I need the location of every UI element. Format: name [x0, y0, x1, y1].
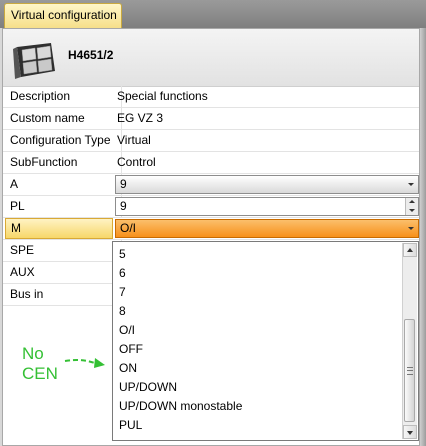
property-row-custom-name[interactable]: Custom name EG VZ 3	[3, 108, 419, 130]
chevron-down-icon[interactable]	[408, 183, 414, 186]
property-row-a: A 9	[3, 174, 419, 196]
grip-icon	[407, 367, 413, 375]
option-item[interactable]: O/I	[113, 321, 399, 340]
scroll-up-icon[interactable]	[403, 243, 417, 257]
decrement-icon[interactable]	[409, 209, 415, 212]
property-row-pl: PL 9	[3, 196, 419, 218]
option-item[interactable]: UP/DOWN monostable	[113, 397, 399, 416]
m-select[interactable]: O/I	[115, 219, 419, 238]
scroll-down-icon[interactable]	[403, 425, 417, 439]
property-label: Custom name	[3, 108, 122, 129]
m-options-dropdown[interactable]: 5 6 7 8 O/I OFF ON UP/DOWN UP/DOWN monos…	[112, 241, 419, 441]
device-code: H4651/2	[68, 48, 114, 62]
option-item[interactable]: 7	[113, 283, 399, 302]
property-label: A	[3, 174, 122, 195]
pl-stepper-value: 9	[120, 199, 127, 213]
chevron-down-icon[interactable]	[408, 227, 414, 230]
stepper-buttons	[405, 198, 418, 215]
property-label: PL	[3, 196, 122, 217]
option-item[interactable]: 5	[113, 245, 399, 264]
property-row-description: Description Special functions	[3, 86, 419, 108]
property-label: Bus in	[3, 284, 122, 305]
panel-edge	[420, 28, 426, 446]
property-row-subfunction: SubFunction Control	[3, 152, 419, 174]
property-value: Control	[117, 155, 156, 169]
annotation-line: No	[22, 344, 44, 363]
annotation-note: No CEN	[22, 344, 58, 384]
option-item[interactable]: OFF	[113, 340, 399, 359]
option-item[interactable]: 8	[113, 302, 399, 321]
option-item[interactable]: ON	[113, 359, 399, 378]
keypad-module-icon	[13, 43, 55, 79]
property-label: Description	[3, 86, 122, 107]
property-label: SubFunction	[3, 152, 122, 173]
option-item[interactable]: UP/DOWN	[113, 378, 399, 397]
property-value: Virtual	[117, 133, 151, 147]
options-list: 5 6 7 8 O/I OFF ON UP/DOWN UP/DOWN monos…	[113, 245, 399, 435]
property-label: Configuration Type	[3, 130, 122, 151]
property-value: Special functions	[117, 89, 208, 103]
property-row-configuration-type: Configuration Type Virtual	[3, 130, 419, 152]
property-row-m: M O/I	[3, 218, 419, 240]
device-header: H4651/2	[3, 29, 419, 87]
dropdown-scrollbar[interactable]	[402, 243, 417, 439]
custom-name-value[interactable]: EG VZ 3	[117, 108, 163, 129]
annotation-arrow-icon	[64, 358, 105, 368]
increment-icon[interactable]	[409, 200, 415, 203]
scrollbar-thumb[interactable]	[404, 319, 415, 422]
a-select-value: 9	[120, 177, 127, 191]
property-label-selected: M	[5, 218, 113, 239]
option-item[interactable]: PUL	[113, 416, 399, 435]
annotation-line: CEN	[22, 364, 58, 383]
property-label: SPE	[3, 240, 122, 261]
a-select[interactable]: 9	[115, 175, 419, 194]
tab-virtual-configuration[interactable]: Virtual configuration	[4, 3, 122, 28]
tab-bar: Virtual configuration	[0, 0, 426, 28]
pl-stepper[interactable]: 9	[115, 197, 419, 216]
option-item[interactable]: 6	[113, 264, 399, 283]
property-label: AUX	[3, 262, 122, 283]
m-select-value: O/I	[120, 221, 137, 235]
